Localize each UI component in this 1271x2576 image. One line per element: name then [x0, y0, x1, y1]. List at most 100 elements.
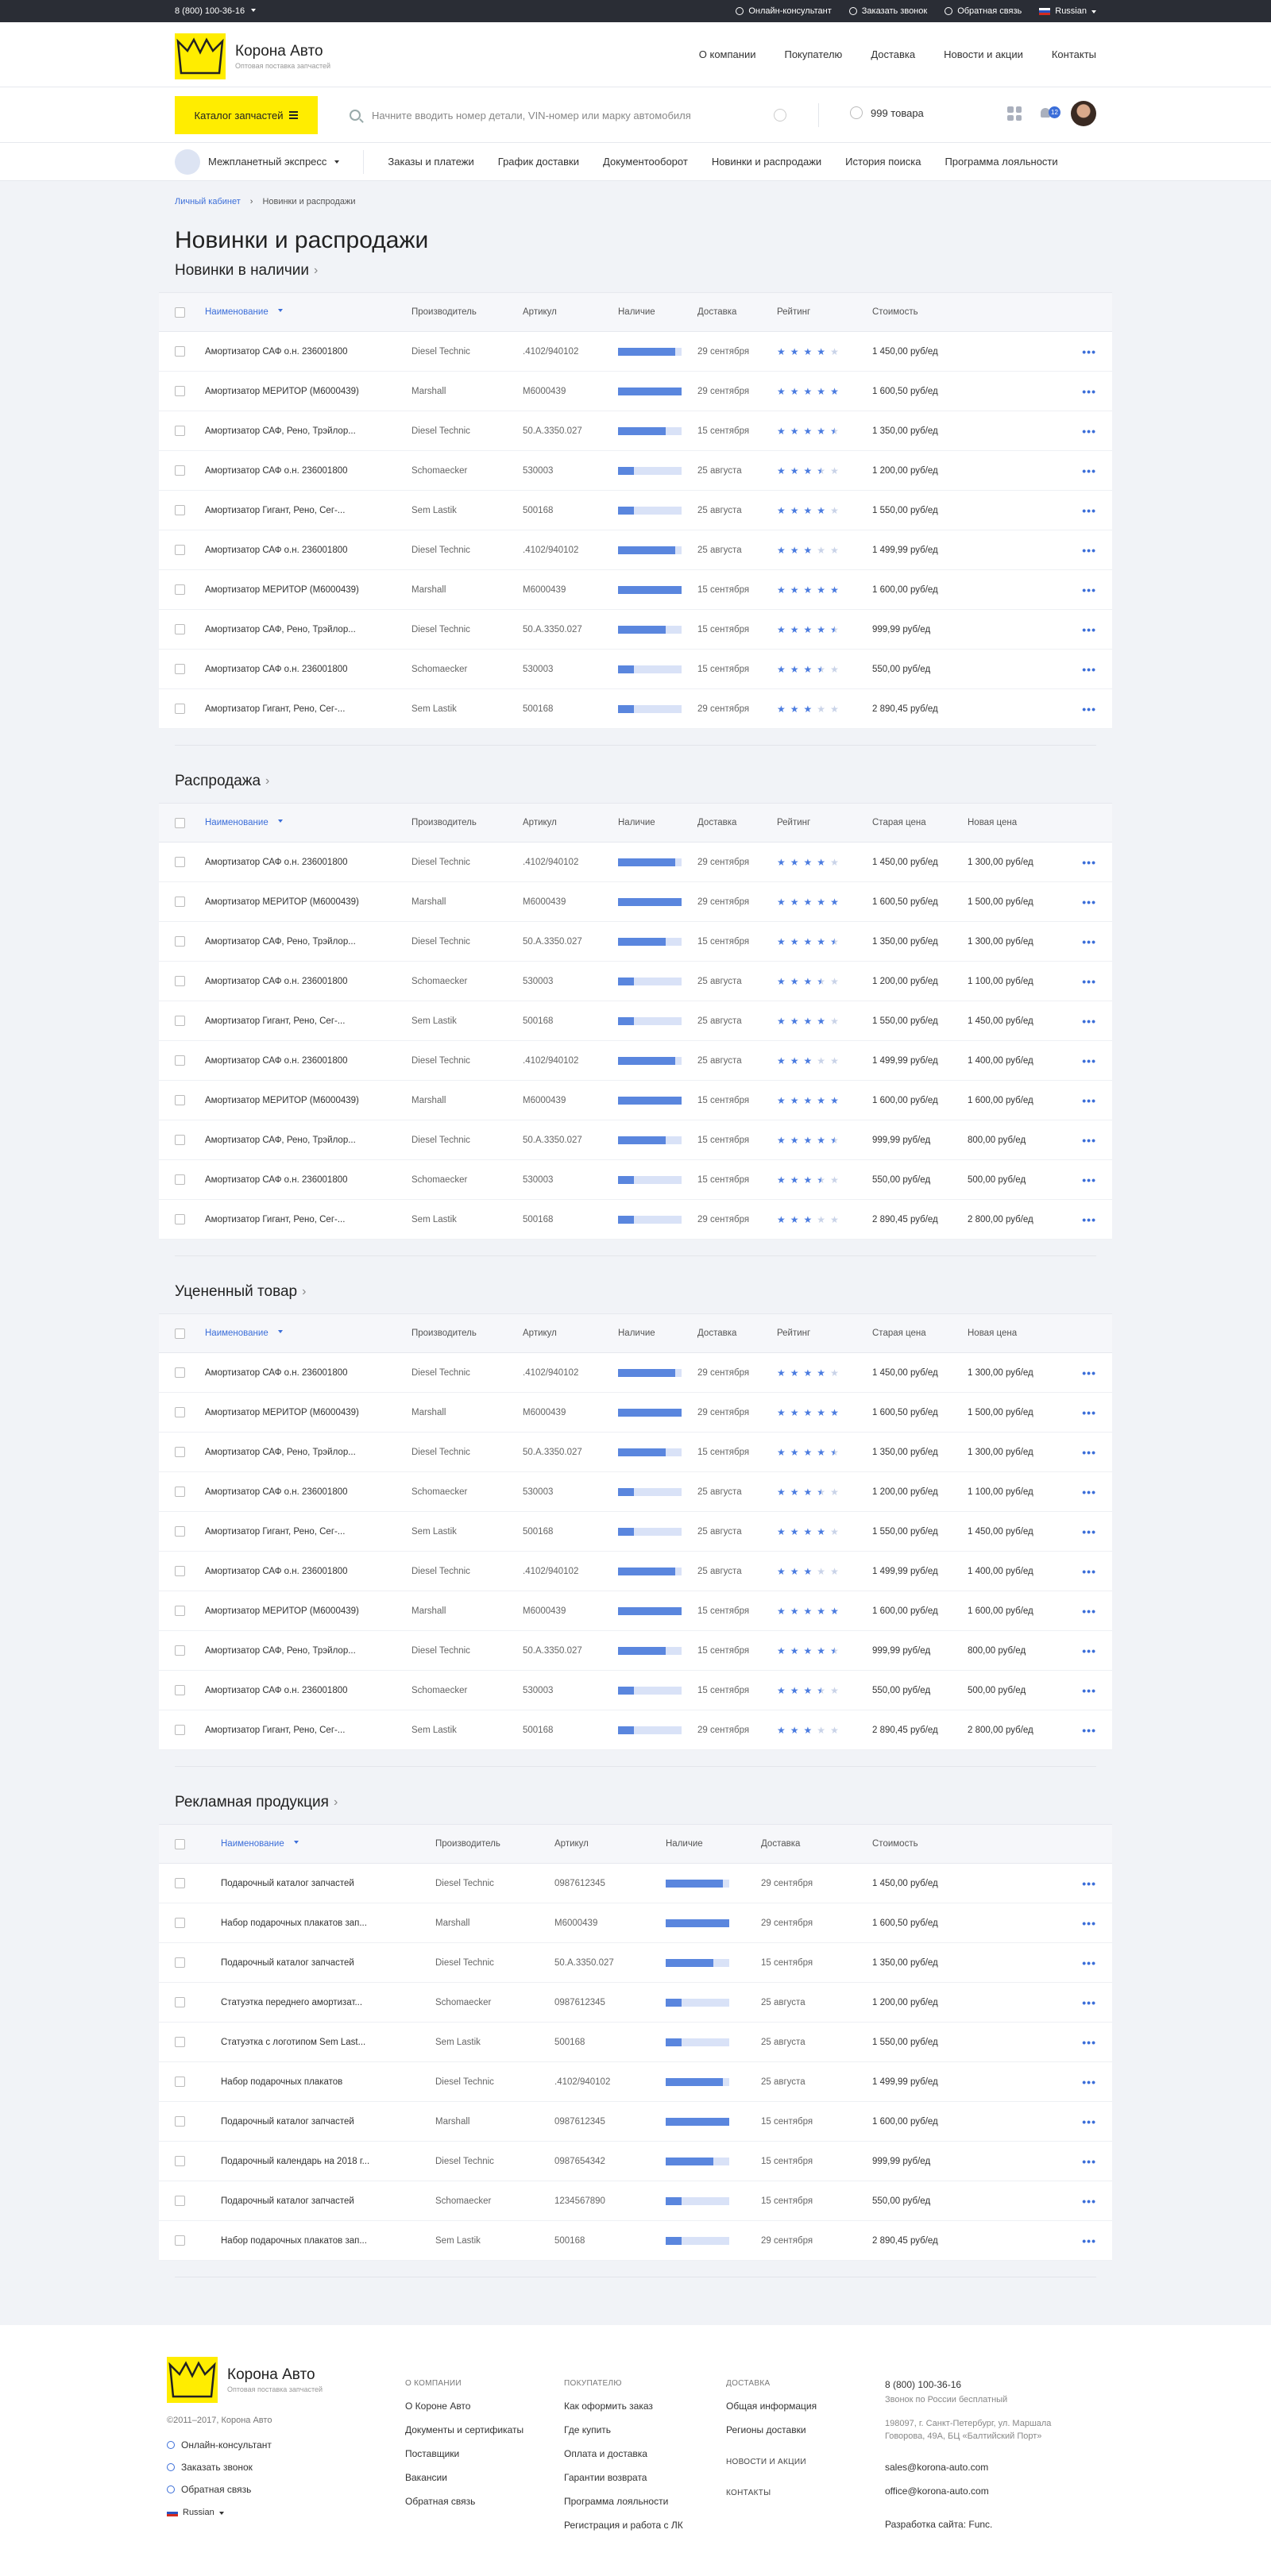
row-checkbox[interactable]	[175, 1487, 185, 1497]
more-icon[interactable]: •••	[1082, 1015, 1096, 1028]
row-checkbox[interactable]	[175, 1526, 185, 1537]
table-row[interactable]: Амортизатор МЕРИТОР (M6000439) Marshall M6…	[159, 1591, 1112, 1631]
select-all-checkbox[interactable]	[175, 307, 185, 318]
more-icon[interactable]: •••	[1082, 584, 1096, 596]
table-row[interactable]: Амортизатор САФ о.н. 236001800 Schomaecke…	[159, 1671, 1112, 1710]
more-icon[interactable]: •••	[1082, 1406, 1096, 1419]
footer-link[interactable]: Вакансии	[405, 2472, 523, 2483]
product-name[interactable]: Амортизатор Гигант, Рено, Сег-...	[205, 506, 411, 515]
row-checkbox[interactable]	[175, 346, 185, 357]
table-row[interactable]: Набор подарочных плакатов зап... Marshall…	[159, 1903, 1112, 1943]
more-icon[interactable]: •••	[1082, 1367, 1096, 1379]
footer-link[interactable]: Общая информация	[726, 2401, 817, 2412]
product-name[interactable]: Амортизатор САФ о.н. 236001800	[205, 546, 411, 555]
table-row[interactable]: Амортизатор МЕРИТОР (M6000439) Marshall M6…	[159, 1393, 1112, 1433]
column-header[interactable]: Наименование	[205, 818, 411, 827]
product-name[interactable]: Амортизатор САФ о.н. 236001800	[205, 977, 411, 986]
product-name[interactable]: Статуэтка переднего амортизат...	[221, 1998, 435, 2007]
row-checkbox[interactable]	[175, 1016, 185, 1026]
product-name[interactable]: Амортизатор САФ о.н. 236001800	[205, 347, 411, 357]
table-row[interactable]: Амортизатор Гигант, Рено, Сег-... Sem Las…	[159, 491, 1112, 530]
table-row[interactable]: Статуэтка с логотипом Sem Last... Sem Las…	[159, 2023, 1112, 2062]
table-row[interactable]: Амортизатор САФ, Рено, Трэйлор... Diesel …	[159, 1120, 1112, 1160]
more-icon[interactable]: •••	[1082, 975, 1096, 988]
more-icon[interactable]: •••	[1082, 1877, 1096, 1890]
footer-link[interactable]: Регионы доставки	[726, 2424, 817, 2435]
subnav-history[interactable]: История поиска	[845, 156, 921, 168]
footer-link-feedback[interactable]: Обратная связь	[167, 2484, 323, 2495]
catalog-button[interactable]: Каталог запчастей	[175, 96, 318, 134]
table-row[interactable]: Амортизатор САФ, Рено, Трэйлор... Diesel …	[159, 922, 1112, 962]
row-checkbox[interactable]	[175, 465, 185, 476]
sort-icon[interactable]	[277, 819, 283, 825]
product-name[interactable]: Амортизатор САФ, Рено, Трэйлор...	[205, 1448, 411, 1457]
row-checkbox[interactable]	[175, 2235, 185, 2246]
product-name[interactable]: Амортизатор САФ, Рено, Трэйлор...	[205, 1646, 411, 1656]
row-checkbox[interactable]	[175, 386, 185, 396]
table-row[interactable]: Амортизатор САФ о.н. 236001800 Schomaecke…	[159, 962, 1112, 1001]
more-icon[interactable]: •••	[1082, 2115, 1096, 2128]
row-checkbox[interactable]	[175, 2037, 185, 2047]
product-name[interactable]: Амортизатор Гигант, Рено, Сег-...	[205, 1215, 411, 1224]
subnav-documents[interactable]: Документооборот	[603, 156, 688, 168]
more-icon[interactable]: •••	[1082, 1486, 1096, 1498]
top-link-consultant[interactable]: Онлайн-консультант	[736, 0, 832, 22]
table-row[interactable]: Подарочный каталог запчастей Diesel Techn…	[159, 1943, 1112, 1983]
select-all-checkbox[interactable]	[175, 1328, 185, 1339]
more-icon[interactable]: •••	[1082, 1996, 1096, 2009]
section-title[interactable]: Распродажа ›	[159, 746, 1112, 803]
table-row[interactable]: Подарочный каталог запчастей Diesel Techn…	[159, 1864, 1112, 1903]
more-icon[interactable]: •••	[1082, 1724, 1096, 1737]
select-all-checkbox[interactable]	[175, 1838, 185, 1849]
footer-link[interactable]: О Короне Авто	[405, 2401, 523, 2412]
search-input[interactable]	[372, 109, 774, 121]
product-name[interactable]: Амортизатор САФ о.н. 236001800	[205, 665, 411, 674]
row-checkbox[interactable]	[175, 1725, 185, 1735]
product-name[interactable]: Амортизатор САФ, Рено, Трэйлор...	[205, 426, 411, 436]
product-name[interactable]: Амортизатор Гигант, Рено, Сег-...	[205, 1527, 411, 1537]
more-icon[interactable]: •••	[1082, 2155, 1096, 2168]
section-title[interactable]: Уцененный товар ›	[159, 1256, 1112, 1313]
table-row[interactable]: Подарочный каталог запчастей Marshall 0987…	[159, 2102, 1112, 2142]
footer-news-link[interactable]: НОВОСТИ И АКЦИИ	[726, 2458, 817, 2466]
footer-link-consultant[interactable]: Онлайн-консультант	[167, 2439, 323, 2451]
product-name[interactable]: Амортизатор МЕРИТОР (M6000439)	[205, 897, 411, 907]
table-row[interactable]: Амортизатор САФ о.н. 236001800 Schomaecke…	[159, 451, 1112, 491]
table-row[interactable]: Амортизатор МЕРИТОР (M6000439) Marshall M6…	[159, 372, 1112, 411]
more-icon[interactable]: •••	[1082, 504, 1096, 517]
product-name[interactable]: Амортизатор САФ о.н. 236001800	[205, 1368, 411, 1378]
product-name[interactable]: Амортизатор Гигант, Рено, Сег-...	[205, 1016, 411, 1026]
table-row[interactable]: Амортизатор МЕРИТОР (M6000439) Marshall M6…	[159, 1081, 1112, 1120]
product-name[interactable]: Амортизатор САФ о.н. 236001800	[205, 466, 411, 476]
product-name[interactable]: Амортизатор МЕРИТОР (M6000439)	[205, 387, 411, 396]
row-checkbox[interactable]	[175, 1214, 185, 1224]
footer-link[interactable]: Поставщики	[405, 2448, 523, 2459]
table-row[interactable]: Амортизатор МЕРИТОР (M6000439) Marshall M6…	[159, 570, 1112, 610]
top-link-callback[interactable]: Заказать звонок	[848, 0, 927, 22]
more-icon[interactable]: •••	[1082, 1446, 1096, 1459]
product-name[interactable]: Амортизатор САФ, Рено, Трэйлор...	[205, 937, 411, 947]
product-name[interactable]: Амортизатор САФ о.н. 236001800	[205, 1567, 411, 1576]
more-icon[interactable]: •••	[1082, 1957, 1096, 1969]
product-name[interactable]: Набор подарочных плакатов зап...	[221, 1919, 435, 1928]
product-name[interactable]: Подарочный каталог запчастей	[221, 1879, 435, 1888]
breadcrumb-link[interactable]: Личный кабинет	[175, 197, 241, 206]
column-header[interactable]: Наименование	[205, 1328, 411, 1338]
row-checkbox[interactable]	[175, 1918, 185, 1928]
more-icon[interactable]: •••	[1082, 1684, 1096, 1697]
row-checkbox[interactable]	[175, 976, 185, 986]
more-icon[interactable]: •••	[1082, 2036, 1096, 2049]
row-checkbox[interactable]	[175, 505, 185, 515]
table-row[interactable]: Амортизатор Гигант, Рено, Сег-... Sem Las…	[159, 1001, 1112, 1041]
table-row[interactable]: Амортизатор САФ о.н. 236001800 Schomaecke…	[159, 650, 1112, 689]
table-row[interactable]: Набор подарочных плакатов Diesel Technic.…	[159, 2062, 1112, 2102]
more-icon[interactable]: •••	[1082, 1055, 1096, 1067]
select-all-checkbox[interactable]	[175, 817, 185, 828]
sort-icon[interactable]	[293, 1841, 299, 1846]
section-title[interactable]: Новинки в наличии ›	[159, 254, 1112, 292]
more-icon[interactable]: •••	[1082, 1174, 1096, 1186]
row-checkbox[interactable]	[175, 1997, 185, 2007]
table-row[interactable]: Амортизатор САФ о.н. 236001800 Diesel Tec…	[159, 1552, 1112, 1591]
more-icon[interactable]: •••	[1082, 425, 1096, 438]
footer-developer[interactable]: Разработка сайта: Func.	[885, 2519, 1091, 2530]
